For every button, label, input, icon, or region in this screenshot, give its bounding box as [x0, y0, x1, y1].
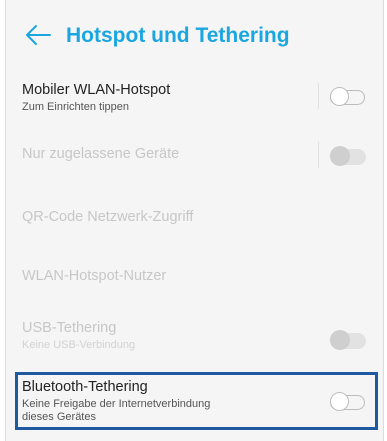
setting-label: Mobiler WLAN-Hotspot [22, 82, 171, 98]
page-title: Hotspot und Tethering [66, 24, 290, 47]
divider [318, 142, 319, 168]
app-header: Hotspot und Tethering [6, 0, 383, 72]
highlight-box [15, 372, 378, 430]
setting-mobile-hotspot[interactable]: Mobiler WLAN-Hotspot Zum Einrichten tipp… [6, 78, 383, 128]
setting-usb-tethering[interactable]: USB-Tethering Keine USB-Verbindung [6, 318, 383, 358]
setting-label: Nur zugelassene Geräte [22, 146, 180, 162]
hotspot-toggle[interactable] [330, 87, 368, 109]
setting-qr-code[interactable]: QR-Code Netzwerk-Zugriff [6, 205, 383, 235]
divider [318, 83, 319, 109]
usb-tethering-toggle[interactable] [330, 330, 368, 352]
setting-label: QR-Code Netzwerk-Zugriff [22, 209, 194, 225]
arrow-left-icon[interactable] [24, 23, 52, 47]
toggle-knob [330, 146, 350, 166]
setting-subtitle: Zum Einrichten tippen [22, 101, 129, 113]
toggle-knob [330, 330, 350, 350]
setting-hotspot-users[interactable]: WLAN-Hotspot-Nutzer [6, 264, 383, 294]
setting-allowed-devices[interactable]: Nur zugelassene Geräte [6, 140, 383, 174]
setting-label: USB-Tethering [22, 320, 117, 336]
setting-subtitle: Keine USB-Verbindung [22, 339, 136, 351]
allowed-devices-toggle[interactable] [330, 146, 368, 168]
toggle-knob [330, 87, 349, 106]
setting-label: WLAN-Hotspot-Nutzer [22, 268, 167, 284]
